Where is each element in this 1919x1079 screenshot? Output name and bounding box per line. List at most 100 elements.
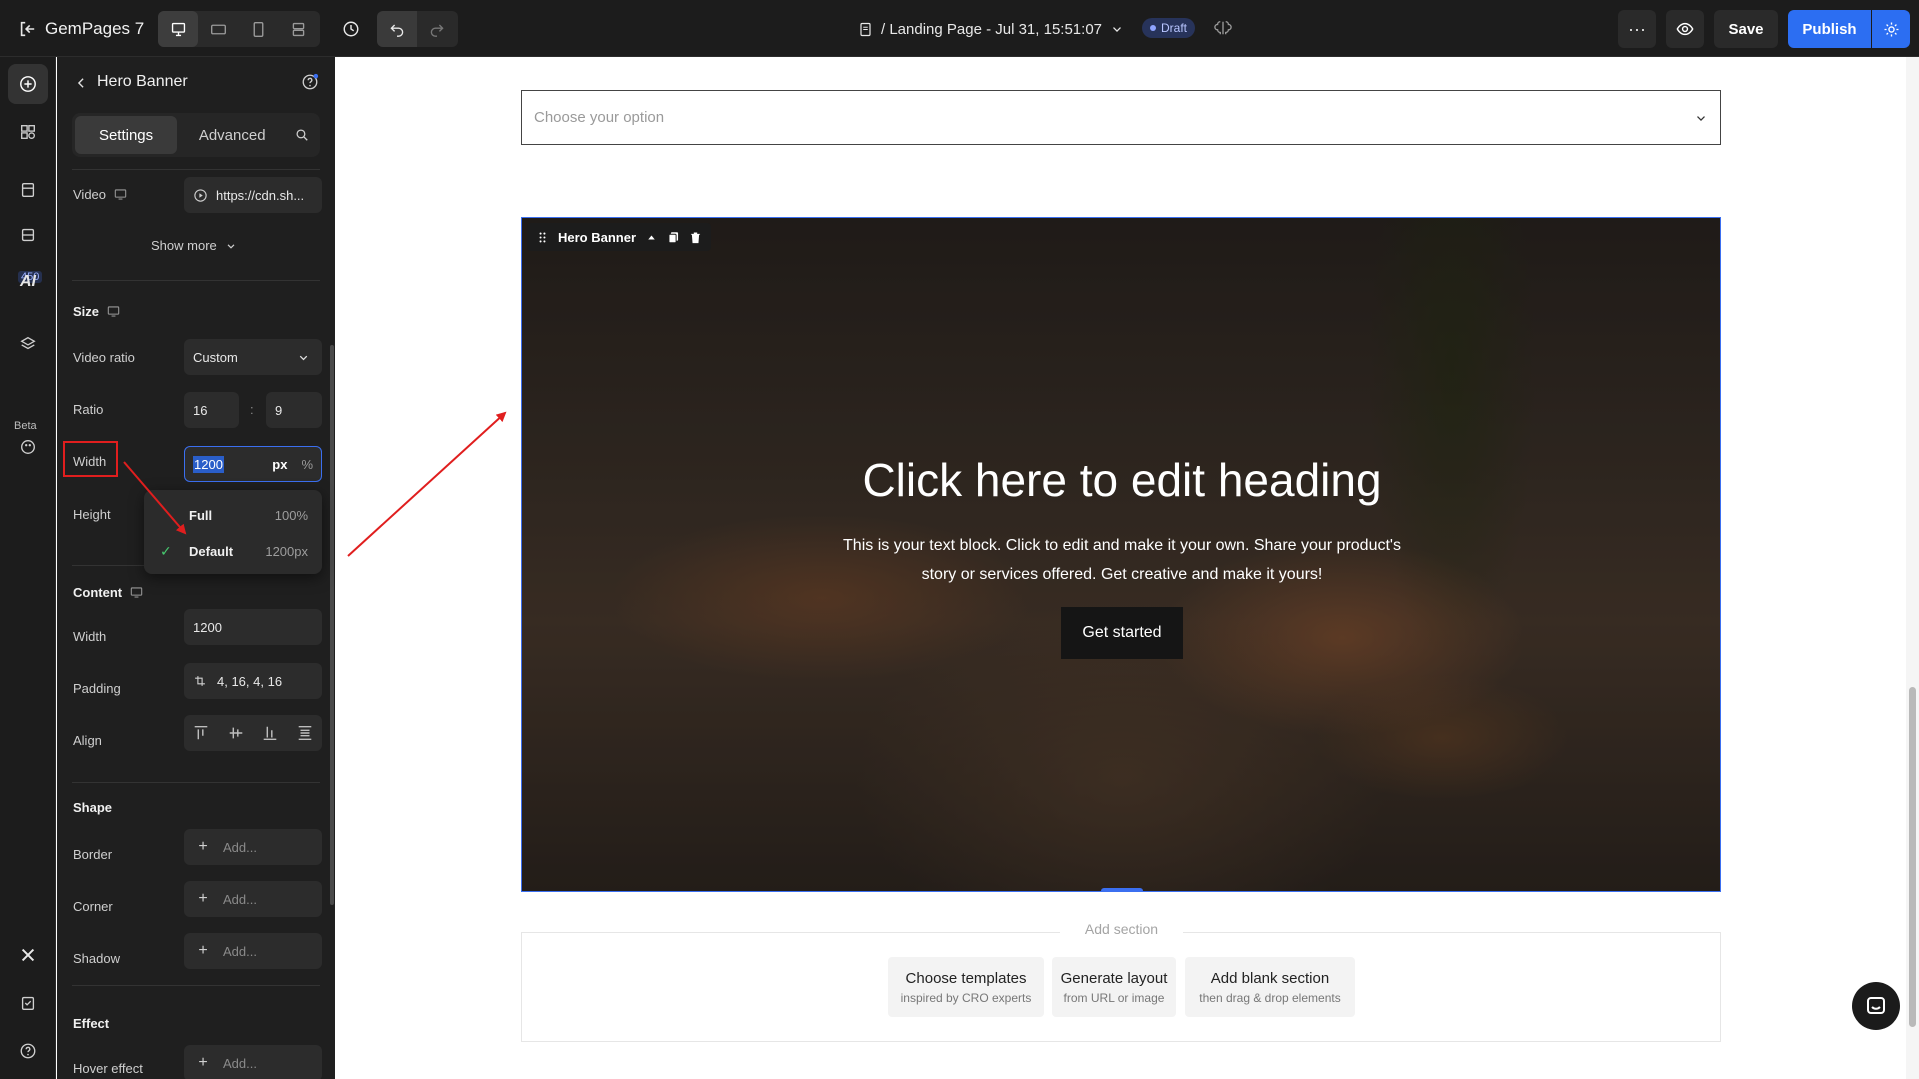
- duplicate-icon[interactable]: [667, 231, 680, 244]
- element-help-button[interactable]: [301, 73, 321, 93]
- app-name: GemPages 7: [45, 19, 145, 38]
- library-button[interactable]: [8, 215, 48, 255]
- help-button[interactable]: [8, 1031, 48, 1071]
- height-label: Height: [73, 507, 111, 522]
- top-bar: GemPages 7 / Landing Page - Jul 31, 15:5…: [0, 0, 1919, 57]
- pages-button[interactable]: [8, 170, 48, 210]
- add-blank-section-button[interactable]: Add blank section then drag & drop eleme…: [1185, 957, 1355, 1017]
- undo-icon: [390, 24, 404, 37]
- hero-text-block[interactable]: This is your text block. Click to edit a…: [832, 531, 1412, 589]
- padding-label: Padding: [73, 681, 121, 696]
- align-bottom-icon[interactable]: [261, 724, 279, 742]
- size-section-title: Size: [73, 304, 120, 319]
- plus-icon: +: [198, 1054, 208, 1071]
- brain-ai-button[interactable]: [1211, 16, 1235, 40]
- hover-effect-add-field[interactable]: + Add...: [184, 1045, 322, 1079]
- resize-handle[interactable]: [1101, 888, 1143, 891]
- option-select[interactable]: Choose your option: [521, 90, 1721, 145]
- ratio-height-input[interactable]: 9: [266, 392, 322, 428]
- more-options-button[interactable]: ···: [1618, 10, 1656, 48]
- align-stretch-icon[interactable]: [296, 724, 314, 742]
- components-icon: [21, 125, 35, 139]
- hero-heading[interactable]: Click here to edit heading: [522, 453, 1720, 507]
- redo-button[interactable]: [417, 11, 457, 47]
- play-icon: [194, 188, 207, 202]
- tablet-landscape-button[interactable]: [198, 11, 238, 47]
- border-add-field[interactable]: + Add...: [184, 829, 322, 865]
- unit-percent-toggle[interactable]: %: [301, 457, 313, 472]
- choose-templates-button[interactable]: Choose templates inspired by CRO experts: [888, 957, 1044, 1017]
- ratio-label: Ratio: [73, 402, 104, 417]
- tab-settings[interactable]: Settings: [75, 116, 178, 154]
- video-url-field[interactable]: https://cdn.sh...: [184, 177, 322, 213]
- status-text: Draft: [1161, 21, 1188, 35]
- settings-search-button[interactable]: [287, 116, 317, 154]
- scroll-thumb[interactable]: [1909, 687, 1916, 1027]
- themes-button[interactable]: [8, 427, 48, 467]
- caret-up-icon[interactable]: [645, 231, 658, 244]
- save-button[interactable]: Save: [1714, 10, 1778, 48]
- show-more-label: Show more: [151, 238, 217, 253]
- width-option-full[interactable]: Full 100%: [144, 498, 322, 532]
- video-ratio-select[interactable]: Custom: [184, 339, 322, 375]
- preview-button[interactable]: [1666, 10, 1704, 48]
- drag-handle-icon[interactable]: [536, 231, 549, 244]
- chevron-down-icon: [299, 355, 308, 360]
- size-width-input[interactable]: 1200 px %: [184, 446, 322, 482]
- unit-px-toggle[interactable]: px: [272, 457, 287, 472]
- layers-button[interactable]: [8, 324, 48, 364]
- clipboard-icon: [21, 996, 35, 1010]
- checklist-button[interactable]: [8, 983, 48, 1023]
- padding-input[interactable]: 4, 16, 4, 16: [184, 663, 322, 699]
- ai-button[interactable]: AI: [8, 262, 48, 302]
- publish-button[interactable]: Publish: [1788, 10, 1871, 48]
- layout-device-button[interactable]: [278, 11, 318, 47]
- corner-add-field[interactable]: + Add...: [184, 881, 322, 917]
- desktop-icon: [107, 306, 120, 317]
- trash-icon[interactable]: [689, 231, 702, 244]
- page-icon: [860, 22, 871, 36]
- desktop-device-button[interactable]: [158, 11, 198, 47]
- check-icon: ✓: [160, 542, 172, 559]
- page-name: / Landing Page - Jul 31, 15:51:07: [881, 20, 1103, 38]
- content-width-input[interactable]: 1200: [184, 609, 322, 645]
- history-button[interactable]: [333, 11, 369, 47]
- hero-cta-button[interactable]: Get started: [1061, 607, 1183, 659]
- plus-icon: +: [198, 890, 208, 907]
- chevron-left-icon: [77, 78, 84, 88]
- tab-advanced[interactable]: Advanced: [181, 116, 283, 154]
- undo-button[interactable]: [377, 11, 417, 47]
- hero-toolbar-label[interactable]: Hero Banner: [558, 230, 636, 245]
- align-middle-icon[interactable]: [227, 724, 245, 742]
- tablet-landscape-icon: [210, 24, 226, 34]
- panel-scrollbar[interactable]: [330, 345, 334, 905]
- divider: [72, 782, 320, 783]
- app-logo[interactable]: GemPages 7: [18, 16, 144, 42]
- show-more-button[interactable]: Show more: [151, 238, 237, 253]
- option-name: Full: [189, 507, 213, 523]
- shadow-add-field[interactable]: + Add...: [184, 933, 322, 969]
- hero-banner[interactable]: Hero Banner Click here to edit heading T…: [521, 217, 1721, 892]
- page-selector[interactable]: / Landing Page - Jul 31, 15:51:07: [858, 16, 1124, 42]
- sections-button[interactable]: [8, 112, 48, 152]
- align-options: [184, 715, 322, 751]
- status-badge: Draft: [1142, 18, 1196, 38]
- ratio-width-input[interactable]: 16: [184, 392, 239, 428]
- generate-layout-button[interactable]: Generate layout from URL or image: [1052, 957, 1176, 1017]
- chevron-down-icon: [227, 243, 235, 249]
- canvas-scrollbar[interactable]: [1906, 57, 1919, 1079]
- question-icon: [20, 1043, 36, 1059]
- ai-icon: AI: [20, 273, 36, 290]
- layout-icon: [292, 22, 304, 36]
- mobile-device-button[interactable]: [238, 11, 278, 47]
- width-option-default[interactable]: ✓ Default 1200px: [144, 534, 322, 568]
- card-title: Choose templates: [905, 969, 1027, 987]
- align-top-icon[interactable]: [192, 724, 210, 742]
- x-integration-button[interactable]: [8, 935, 48, 975]
- add-element-button[interactable]: [8, 64, 48, 104]
- back-button[interactable]: [71, 73, 91, 93]
- publish-settings-button[interactable]: [1872, 10, 1910, 48]
- divider: [72, 280, 320, 281]
- chat-support-button[interactable]: [1852, 982, 1900, 1030]
- shadow-placeholder: Add...: [223, 943, 257, 959]
